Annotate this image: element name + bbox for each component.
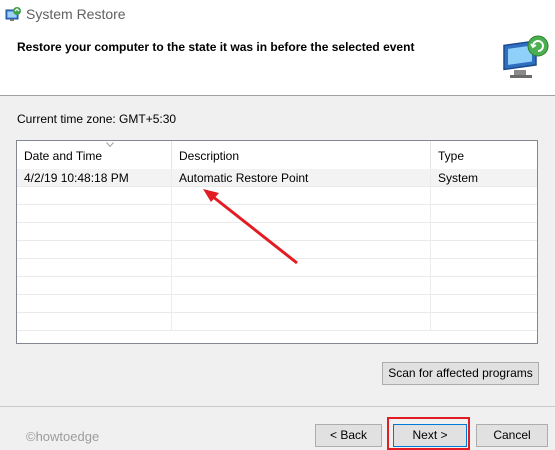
column-label: Type (438, 149, 465, 163)
column-label: Description (179, 149, 240, 163)
empty-row (17, 313, 537, 331)
restore-points-list[interactable]: Date and Time Description Type 4/2/19 10… (16, 140, 538, 344)
column-label: Date and Time (24, 149, 103, 163)
back-button[interactable]: < Back (315, 424, 382, 447)
next-highlight-box (387, 417, 470, 450)
list-header: Date and Time Description Type (17, 141, 537, 169)
footer-divider (0, 406, 555, 407)
scan-affected-programs-button[interactable]: Scan for affected programs (382, 362, 539, 385)
empty-row (17, 187, 537, 205)
empty-row (17, 205, 537, 223)
cancel-button[interactable]: Cancel (476, 424, 548, 447)
system-restore-icon (5, 7, 21, 21)
empty-row (17, 277, 537, 295)
column-header-date[interactable]: Date and Time (17, 141, 172, 169)
empty-row (17, 223, 537, 241)
watermark: ©howtoedge (26, 429, 100, 444)
header-panel: Restore your computer to the state it wa… (0, 30, 555, 95)
page-instruction: Restore your computer to the state it wa… (17, 40, 415, 54)
title-bar: System Restore (0, 0, 555, 30)
cell-description: Automatic Restore Point (172, 169, 431, 187)
header-divider (0, 95, 555, 96)
chevron-down-icon (106, 142, 114, 148)
column-header-description[interactable]: Description (172, 141, 431, 169)
empty-row (17, 241, 537, 259)
empty-row (17, 259, 537, 277)
window-title: System Restore (26, 6, 126, 22)
cell-type: System (438, 171, 479, 185)
timezone-label: Current time zone: GMT+5:30 (17, 112, 177, 126)
restore-monitor-icon (503, 35, 549, 78)
cell-date: 4/2/19 10:48:18 PM (17, 169, 172, 187)
table-row[interactable]: 4/2/19 10:48:18 PM Automatic Restore Poi… (17, 169, 537, 187)
column-header-type[interactable]: Type (431, 141, 537, 169)
empty-row (17, 295, 537, 313)
